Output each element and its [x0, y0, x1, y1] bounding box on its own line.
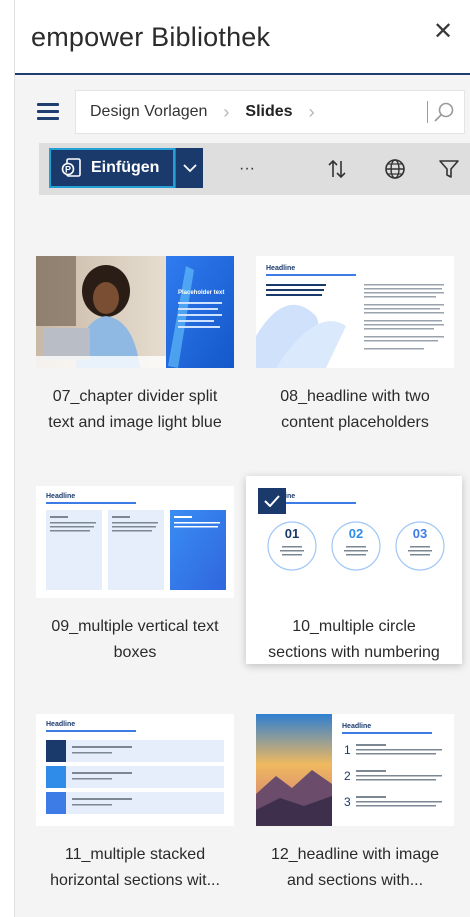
- svg-text:Headline: Headline: [266, 265, 295, 272]
- slide-card[interactable]: Headline 09_multiple vertical text boxes: [26, 476, 234, 672]
- toolbar: P Einfügen ···: [39, 143, 470, 195]
- insert-split-button: P Einfügen: [49, 148, 203, 188]
- slide-thumbnail: Headline: [256, 256, 454, 368]
- svg-text:02: 02: [349, 526, 363, 541]
- slide-card[interactable]: Placeholder text 07_chapter divider spli…: [26, 246, 234, 442]
- slide-thumbnail: Headline: [36, 714, 234, 826]
- slide-thumbnail: Placeholder text: [36, 256, 234, 368]
- svg-text:3: 3: [344, 795, 351, 809]
- svg-text:P: P: [65, 165, 71, 175]
- divider: [427, 101, 428, 123]
- filter-icon[interactable]: [437, 157, 461, 181]
- slide-thumbnail: Headline: [36, 486, 234, 598]
- chevron-down-icon: [182, 164, 197, 173]
- checkmark-icon[interactable]: [258, 488, 286, 514]
- insert-label: Einfügen: [91, 159, 160, 176]
- slide-caption: 10_multiple circle sections with numberin…: [268, 618, 440, 661]
- globe-icon[interactable]: [383, 157, 407, 181]
- close-button[interactable]: ✕: [429, 18, 457, 46]
- svg-text:1: 1: [344, 743, 351, 757]
- slide-caption: 08_headline with two content placeholders: [280, 388, 430, 431]
- insert-slide-icon: P: [61, 158, 81, 177]
- svg-text:03: 03: [413, 526, 427, 541]
- slide-card[interactable]: Headline 08_headline with two content pla…: [246, 246, 454, 442]
- breadcrumb-item-design-vorlagen[interactable]: Design Vorlagen: [90, 103, 207, 121]
- slide-caption: 07_chapter divider split text and image l…: [48, 388, 222, 431]
- menu-icon[interactable]: [37, 103, 59, 121]
- search-icon[interactable]: [432, 100, 456, 124]
- svg-text:Headline: Headline: [46, 493, 75, 500]
- title-bar: empower Bibliothek ✕: [15, 0, 470, 75]
- slide-card[interactable]: Headline 11_multiple stacked horizontal s…: [26, 704, 234, 900]
- slide-thumbnail: Headline 1 2 3: [256, 714, 454, 826]
- slide-card-selected[interactable]: Headline 01 02 03 10_multiple circlesect…: [246, 476, 462, 664]
- more-options-icon[interactable]: ···: [235, 157, 259, 181]
- svg-text:Placeholder text: Placeholder text: [178, 290, 224, 296]
- svg-text:2: 2: [344, 769, 351, 783]
- slide-caption: 12_headline with image and sections with.…: [270, 846, 440, 889]
- slide-caption: 09_multiple vertical text boxes: [51, 618, 219, 661]
- insert-button[interactable]: P Einfügen: [49, 148, 175, 188]
- navigation-row: Design Vorlagen › Slides ›: [15, 84, 470, 140]
- svg-text:01: 01: [285, 526, 299, 541]
- panel-title: empower Bibliothek: [31, 22, 271, 52]
- chevron-right-icon[interactable]: ›: [309, 102, 315, 123]
- breadcrumb: Design Vorlagen › Slides ›: [75, 90, 465, 134]
- slide-card[interactable]: Headline 1 2 3 12_headline with image and…: [246, 704, 454, 900]
- chevron-right-icon: ›: [223, 101, 230, 122]
- slide-caption: 11_multiple stacked horizontal sections w…: [50, 846, 220, 889]
- breadcrumb-item-slides[interactable]: Slides: [245, 103, 292, 121]
- sort-icon[interactable]: [325, 157, 349, 181]
- svg-text:Headline: Headline: [342, 723, 371, 730]
- insert-dropdown-button[interactable]: [175, 148, 203, 188]
- svg-text:Headline: Headline: [46, 721, 75, 728]
